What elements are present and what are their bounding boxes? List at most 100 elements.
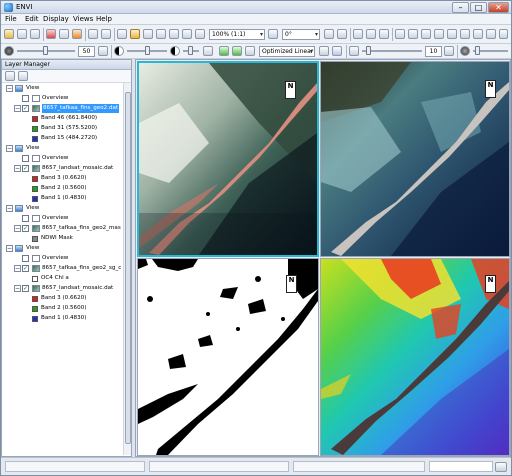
fit-view-icon[interactable] (219, 46, 229, 56)
layer-row-raster[interactable]: − ✓ 8657_tafkaa_flns_geo2.dat (2, 104, 123, 113)
stretch-apply-icon[interactable] (319, 46, 329, 56)
blend-icon[interactable] (434, 29, 444, 39)
resize-grip-icon[interactable] (495, 462, 507, 472)
contrast-slider-handle[interactable] (145, 46, 150, 55)
stretch-refresh-icon[interactable] (203, 46, 213, 56)
zoom-out-icon[interactable] (195, 29, 205, 39)
fly-icon[interactable] (143, 29, 153, 39)
contrast-reset-icon[interactable] (170, 46, 180, 56)
stretch-slider[interactable] (183, 46, 199, 55)
visibility-checkbox[interactable] (22, 215, 29, 222)
expand-toggle-icon[interactable]: − (14, 285, 21, 292)
layer-row-overview[interactable]: Overview (2, 254, 123, 263)
visibility-checkbox[interactable] (22, 155, 29, 162)
view-hyperspectral-truecolor[interactable]: N (137, 61, 319, 257)
view-chlorophyll-colormap[interactable]: N (320, 258, 510, 456)
layer-row-band[interactable]: Band 3 (0.6620) (2, 294, 123, 303)
layer-row-raster[interactable]: − ✓ 8657_landsat_mosaic.dat (2, 284, 123, 293)
histogram-icon[interactable] (245, 46, 255, 56)
layer-row-band[interactable]: Band 1 (0.4830) (2, 194, 123, 203)
layer-row-band[interactable]: Band 15 (484.2720) (2, 134, 123, 143)
expand-toggle-icon[interactable]: − (14, 265, 21, 272)
menu-help[interactable]: Help (96, 15, 112, 23)
brightness-value[interactable]: 50 (78, 46, 95, 57)
rotation-select[interactable]: 0° (282, 29, 320, 40)
scrollbar-thumb[interactable] (125, 92, 131, 444)
visibility-checkbox[interactable]: ✓ (22, 225, 29, 232)
menu-file[interactable]: File (5, 15, 17, 23)
select-icon[interactable] (59, 29, 69, 39)
layer-row-overview[interactable]: Overview (2, 214, 123, 223)
expand-toggle-icon[interactable]: − (6, 145, 13, 152)
zoom-in-icon[interactable] (182, 29, 192, 39)
transparency-icon[interactable] (332, 46, 342, 56)
toolbar-overflow-icon[interactable] (499, 29, 508, 39)
layer-row-band[interactable]: Band 3 (0.6620) (2, 174, 123, 183)
stretch-slider-handle[interactable] (188, 46, 193, 55)
brightness-slider-handle[interactable] (43, 46, 48, 55)
sync-icon[interactable] (421, 29, 431, 39)
grid-icon[interactable] (486, 29, 496, 39)
layer-row-band[interactable]: Band 46 (661.8400) (2, 114, 123, 123)
sharpen-slider[interactable] (362, 46, 422, 55)
vector-icon[interactable] (353, 29, 363, 39)
crosshairs-icon[interactable] (101, 29, 111, 39)
view-ndwi-mask[interactable]: N (137, 258, 319, 456)
menu-edit[interactable]: Edit (25, 15, 39, 23)
zoom-icon[interactable] (169, 29, 179, 39)
pointer-icon[interactable] (117, 29, 127, 39)
expand-all-icon[interactable] (18, 71, 28, 81)
stretch-type-select[interactable]: Optimized Linear (259, 46, 315, 57)
pan-icon[interactable] (130, 29, 140, 39)
visibility-checkbox[interactable] (22, 95, 29, 102)
brightness-reset-icon[interactable] (98, 46, 108, 56)
visibility-checkbox[interactable]: ✓ (22, 105, 29, 112)
rotate-icon[interactable] (156, 29, 166, 39)
opacity-slider[interactable] (473, 46, 508, 55)
sharpen-slider-handle[interactable] (366, 46, 371, 55)
layer-row-mask[interactable]: NDWI Mask (2, 234, 123, 243)
layer-row-view[interactable]: − View (2, 144, 123, 153)
layer-row-band[interactable]: Band 31 (575.5200) (2, 124, 123, 133)
expand-toggle-icon[interactable]: − (6, 85, 13, 92)
portal-icon[interactable] (395, 29, 405, 39)
rotate-left-icon[interactable] (268, 29, 278, 39)
expand-toggle-icon[interactable]: − (14, 105, 21, 112)
layer-tree-scrollbar[interactable] (123, 83, 131, 455)
layer-row-view[interactable]: − View (2, 244, 123, 253)
previous-view-icon[interactable] (337, 29, 347, 39)
zoom-select[interactable]: 100% (1:1) (209, 29, 265, 40)
minimize-button[interactable]: – (452, 2, 469, 13)
contrast-slider[interactable] (127, 46, 167, 55)
maximize-button[interactable]: □ (470, 2, 487, 13)
expand-toggle-icon[interactable]: − (6, 245, 13, 252)
flicker-icon[interactable] (447, 29, 457, 39)
visibility-checkbox[interactable] (22, 255, 29, 262)
close-button[interactable]: ✕ (488, 2, 509, 13)
layer-row-overview[interactable]: Overview (2, 94, 123, 103)
visibility-checkbox[interactable]: ✓ (22, 265, 29, 272)
layer-row-raster[interactable]: − ✓ 8657_tafkaa_flns_geo2_sg_c (2, 264, 123, 273)
layer-row-band[interactable]: Band 2 (0.5600) (2, 304, 123, 313)
collapse-all-icon[interactable] (5, 71, 15, 81)
brightness-slider[interactable] (17, 46, 75, 55)
layer-row-band[interactable]: Band 1 (0.4830) (2, 314, 123, 323)
menu-views[interactable]: Views (73, 15, 93, 23)
expand-toggle-icon[interactable]: − (14, 225, 21, 232)
layer-row-overview[interactable]: Overview (2, 154, 123, 163)
view-landsat-truecolor[interactable]: N (320, 61, 510, 257)
layer-row-view[interactable]: − View (2, 204, 123, 213)
expand-toggle-icon[interactable]: − (6, 205, 13, 212)
visibility-checkbox[interactable]: ✓ (22, 165, 29, 172)
opacity-slider-handle[interactable] (475, 46, 480, 55)
visibility-checkbox[interactable]: ✓ (22, 285, 29, 292)
sharpen-reset-icon[interactable] (444, 46, 454, 56)
annotation-icon[interactable] (72, 29, 82, 39)
layer-row-raster[interactable]: − ✓ 8657_tafkaa_flns_geo2_mas (2, 224, 123, 233)
menu-display[interactable]: Display (43, 15, 69, 23)
layer-row-raster[interactable]: − ✓ 8657_landsat_mosaic.dat (2, 164, 123, 173)
layer-row-mask[interactable]: OC4 Chl a (2, 274, 123, 283)
data-manager-icon[interactable] (17, 29, 27, 39)
sharpen-value[interactable]: 10 (425, 46, 442, 57)
chip-icon[interactable] (379, 29, 389, 39)
